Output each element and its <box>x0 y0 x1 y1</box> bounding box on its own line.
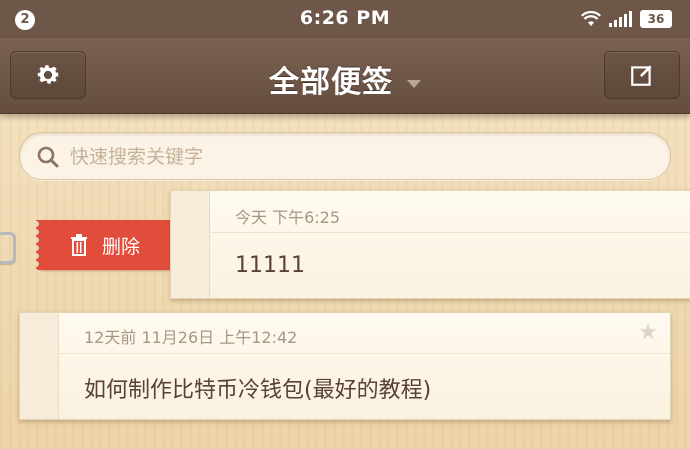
note-item[interactable]: 今天 下午6:25 11111 <box>170 190 690 299</box>
search-input[interactable] <box>68 142 662 172</box>
trash-icon <box>71 234 87 256</box>
chevron-down-icon <box>407 79 421 88</box>
search-icon <box>37 146 59 168</box>
note-item[interactable]: 12天前 11月26日 上午12:42 ★ 如何制作比特币冷钱包(最好的教程) <box>19 312 671 420</box>
new-note-button[interactable] <box>604 51 680 99</box>
status-icons: 36 <box>581 9 672 29</box>
paperclip-icon <box>0 232 16 264</box>
folder-title-dropdown[interactable]: 全部便签 <box>0 57 690 101</box>
star-icon[interactable]: ★ <box>638 320 658 345</box>
compose-icon <box>631 65 652 86</box>
delete-button[interactable]: 删除 <box>36 220 170 270</box>
note-text: 11111 <box>235 253 305 278</box>
nav-bar: 全部便签 <box>0 38 690 114</box>
wifi-icon <box>581 11 601 26</box>
battery-icon: 36 <box>640 10 672 28</box>
search-bar[interactable] <box>19 132 671 180</box>
delete-label: 删除 <box>102 235 141 258</box>
signal-icon <box>609 11 632 27</box>
note-date: 12天前 11月26日 上午12:42 <box>84 328 298 347</box>
status-bar: 2 6:26 PM 36 <box>0 0 690 38</box>
note-margin <box>171 191 210 298</box>
page-title: 全部便签 <box>269 65 393 100</box>
note-margin <box>20 313 59 419</box>
note-date: 今天 下午6:25 <box>235 208 341 227</box>
note-divider <box>58 353 670 354</box>
note-divider <box>209 232 690 233</box>
note-text: 如何制作比特币冷钱包(最好的教程) <box>84 378 432 403</box>
